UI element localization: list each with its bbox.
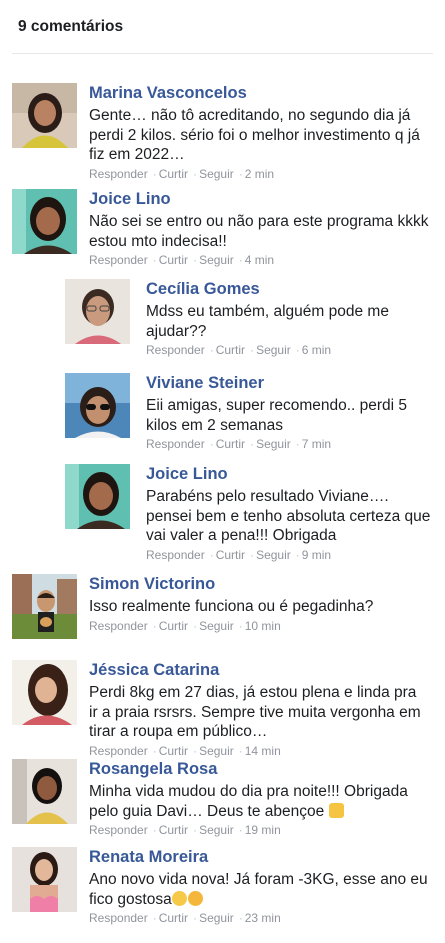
like-link[interactable]: Curtir: [159, 253, 188, 267]
comment-body: Cecília Gomes Mdss eu também, alguém pod…: [146, 279, 431, 357]
commenter-name[interactable]: Viviane Steiner: [146, 373, 431, 393]
flushed-face-emoji-icon: [187, 890, 203, 906]
reply-link[interactable]: Responder: [89, 167, 148, 181]
comment-time: 19 min: [244, 823, 281, 837]
comment-actions: Responder · Curtir · Seguir · 10 min: [89, 618, 281, 633]
like-link[interactable]: Curtir: [159, 744, 188, 758]
comment-text: Perdi 8kg em 27 dias, já estou plena e l…: [89, 684, 421, 740]
comment-body: Simon Victorino Isso realmente funciona …: [89, 574, 429, 633]
comment-text: Parabéns pelo resultado Viviane…. pensei…: [146, 488, 431, 544]
comment-actions: Responder · Curtir · Seguir · 4 min: [89, 253, 275, 267]
commenter-name[interactable]: Cecília Gomes: [146, 279, 431, 299]
follow-link[interactable]: Seguir: [256, 437, 291, 451]
reply-link[interactable]: Responder: [89, 823, 148, 837]
comment-actions: Responder · Curtir · Seguir · 9 min: [146, 547, 332, 562]
avatar[interactable]: [65, 279, 130, 344]
reply-link[interactable]: Responder: [89, 744, 148, 758]
like-link[interactable]: Curtir: [216, 343, 245, 357]
like-link[interactable]: Curtir: [216, 548, 245, 562]
comment-time: 7 min: [301, 437, 332, 451]
comment-text: Ano novo vida nova! Já foram -3KG, esse …: [89, 870, 429, 909]
reply-link[interactable]: Responder: [146, 343, 205, 357]
follow-link[interactable]: Seguir: [199, 823, 234, 837]
commenter-name[interactable]: Jéssica Catarina: [89, 660, 429, 680]
comment-time: 14 min: [244, 743, 281, 758]
like-link[interactable]: Curtir: [159, 823, 188, 837]
avatar[interactable]: [12, 759, 77, 824]
avatar[interactable]: [12, 660, 77, 725]
avatar[interactable]: [65, 464, 130, 529]
comment-body: Rosangela Rosa Minha vida mudou do dia p…: [89, 759, 429, 837]
like-link[interactable]: Curtir: [159, 911, 188, 925]
comment-text: Não sei se entro ou não para este progra…: [89, 213, 429, 250]
like-link[interactable]: Curtir: [159, 167, 188, 181]
comment-actions: Responder · Curtir · Seguir · 7 min: [146, 437, 332, 451]
comment-text: Eii amigas, super recomendo.. perdi 5 ki…: [146, 397, 408, 434]
follow-link[interactable]: Seguir: [199, 619, 234, 633]
avatar[interactable]: [12, 83, 77, 148]
commenter-name[interactable]: Simon Victorino: [89, 574, 429, 594]
divider: [12, 53, 433, 54]
reply-link[interactable]: Responder: [89, 253, 148, 267]
avatar[interactable]: [12, 847, 77, 912]
comment-actions: Responder · Curtir · Seguir · 2 min: [89, 166, 275, 181]
comment-body: Jéssica Catarina Perdi 8kg em 27 dias, j…: [89, 660, 429, 758]
commenter-name[interactable]: Renata Moreira: [89, 847, 429, 867]
comment-text-content: Ano novo vida nova! Já foram -3KG, esse …: [89, 871, 428, 908]
comment-text: Isso realmente funciona ou é pegadinha?: [89, 598, 374, 615]
comment-time: 4 min: [244, 253, 275, 267]
comment-actions: Responder · Curtir · Seguir · 23 min: [89, 911, 281, 925]
reply-link[interactable]: Responder: [89, 619, 148, 633]
comments-count-title: 9 comentários: [18, 18, 124, 35]
comment-text: Mdss eu também, alguém pode me ajudar??: [146, 303, 389, 340]
avatar[interactable]: [12, 189, 77, 254]
comment-actions: Responder · Curtir · Seguir · 6 min: [146, 343, 332, 357]
comment-text-content: Minha vida mudou do dia pra noite!!! Obr…: [89, 783, 408, 820]
follow-link[interactable]: Seguir: [199, 167, 234, 181]
comment-body: Marina Vasconcelos Gente… não tô acredit…: [89, 83, 429, 181]
like-link[interactable]: Curtir: [216, 437, 245, 451]
follow-link[interactable]: Seguir: [256, 343, 291, 357]
follow-link[interactable]: Seguir: [199, 253, 234, 267]
comment-body: Joice Lino Não sei se entro ou não para …: [89, 189, 429, 267]
reply-link[interactable]: Responder: [146, 437, 205, 451]
follow-link[interactable]: Seguir: [199, 911, 234, 925]
commenter-name[interactable]: Marina Vasconcelos: [89, 83, 429, 103]
commenter-name[interactable]: Rosangela Rosa: [89, 759, 429, 779]
comment-actions: Responder · Curtir · Seguir · 14 min: [89, 743, 281, 758]
comment-body: Renata Moreira Ano novo vida nova! Já fo…: [89, 847, 429, 925]
comment-body: Viviane Steiner Eii amigas, super recome…: [146, 373, 431, 451]
comment-time: 9 min: [301, 547, 332, 562]
reply-link[interactable]: Responder: [89, 911, 148, 925]
avatar[interactable]: [65, 373, 130, 438]
laughing-tears-emoji-icon: [171, 890, 187, 906]
comment-text: Minha vida mudou do dia pra noite!!! Obr…: [89, 782, 429, 821]
like-link[interactable]: Curtir: [159, 619, 188, 633]
comment-time: 2 min: [244, 166, 275, 181]
avatar[interactable]: [12, 574, 77, 639]
comment-time: 23 min: [244, 911, 281, 925]
commenter-name[interactable]: Joice Lino: [89, 189, 429, 209]
comment-time: 6 min: [301, 343, 332, 357]
comment-time: 10 min: [244, 618, 281, 633]
commenter-name[interactable]: Joice Lino: [146, 464, 431, 484]
comment-body: Joice Lino Parabéns pelo resultado Vivia…: [146, 464, 431, 562]
reply-link[interactable]: Responder: [146, 548, 205, 562]
follow-link[interactable]: Seguir: [256, 548, 291, 562]
praying-hands-emoji-icon: [328, 802, 344, 818]
comment-actions: Responder · Curtir · Seguir · 19 min: [89, 823, 281, 837]
follow-link[interactable]: Seguir: [199, 744, 234, 758]
comment-text: Gente… não tô acreditando, no segundo di…: [89, 107, 420, 163]
